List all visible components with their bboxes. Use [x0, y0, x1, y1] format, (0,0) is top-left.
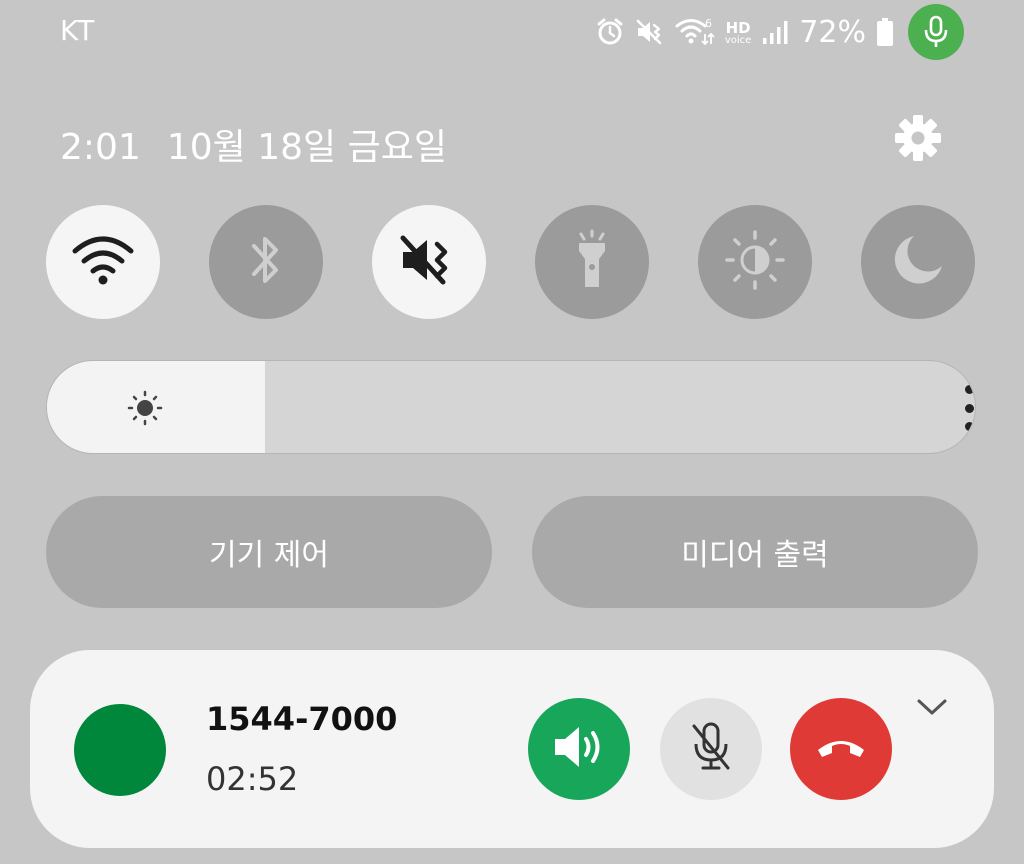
device-control-button[interactable]: 기기 제어	[46, 496, 492, 608]
end-call-button[interactable]	[790, 698, 892, 800]
more-options-button[interactable]	[959, 383, 975, 433]
chevron-down-icon	[916, 697, 948, 721]
quick-settings-tiles	[46, 205, 976, 319]
eye-comfort-icon	[723, 228, 787, 296]
mute-microphone-button[interactable]	[660, 698, 762, 800]
ongoing-call-card[interactable]: 1544-7000 02:52	[30, 650, 994, 848]
more-options-dot	[964, 385, 974, 394]
bluetooth-icon	[246, 230, 286, 294]
svg-text:6: 6	[705, 17, 712, 30]
call-duration: 02:52	[206, 760, 299, 798]
mute-icon	[635, 17, 665, 47]
brightness-slider[interactable]	[46, 360, 976, 454]
device-control-label: 기기 제어	[209, 538, 329, 573]
wifi-icon	[71, 233, 135, 291]
battery-percentage: 72%	[799, 14, 866, 50]
end-call-icon	[814, 732, 868, 766]
flashlight-icon	[572, 229, 612, 295]
tile-flashlight[interactable]	[535, 205, 649, 319]
media-output-label: 미디어 출력	[681, 538, 829, 573]
gear-icon	[893, 113, 943, 167]
mute-vibrate-icon	[397, 230, 461, 294]
moon-icon	[888, 230, 948, 294]
date-time: 2:01 10월 18일 금요일	[60, 118, 447, 170]
tile-wifi[interactable]	[46, 205, 160, 319]
alarm-icon	[595, 17, 625, 47]
signal-icon	[761, 18, 789, 46]
clock: 2:01	[60, 127, 141, 168]
wifi-6-icon: 6	[675, 16, 715, 48]
sun-icon	[127, 390, 163, 430]
caller-number: 1544-7000	[206, 700, 398, 738]
battery-icon	[876, 17, 894, 47]
date: 10월 18일 금요일	[166, 127, 447, 168]
microphone-icon	[908, 4, 964, 60]
expand-button[interactable]	[912, 694, 952, 724]
tile-dark-mode[interactable]	[861, 205, 975, 319]
hd-voice-icon: HD voice	[724, 18, 752, 46]
settings-button[interactable]	[890, 112, 946, 168]
more-options-dot	[964, 422, 974, 431]
tile-eye-comfort[interactable]	[698, 205, 812, 319]
speaker-button[interactable]	[528, 698, 630, 800]
carrier-name: KT	[60, 14, 96, 47]
mic-off-icon	[688, 720, 734, 778]
status-icons: 6 HD voice 72%	[595, 4, 964, 60]
speaker-icon	[551, 722, 607, 776]
tile-mute[interactable]	[372, 205, 486, 319]
tile-bluetooth[interactable]	[209, 205, 323, 319]
more-options-dot	[964, 403, 974, 413]
status-bar: KT 6 HD voice 72%	[0, 0, 1024, 64]
caller-avatar	[74, 704, 166, 796]
media-output-button[interactable]: 미디어 출력	[532, 496, 978, 608]
